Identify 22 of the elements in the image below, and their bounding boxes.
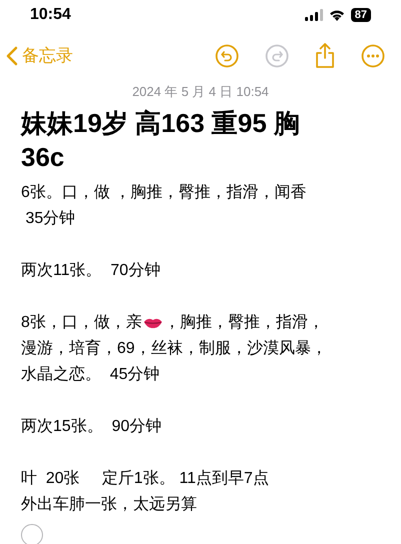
battery-level: 87 bbox=[350, 8, 371, 22]
note-text: 6张。口，做 ，胸推，臀推，指滑，闻香 bbox=[21, 182, 306, 202]
signal-icon bbox=[304, 9, 323, 21]
status-time: 10:54 bbox=[30, 5, 71, 25]
wifi-icon bbox=[328, 9, 345, 21]
chevron-left-icon bbox=[6, 46, 18, 66]
note-text: ，胸推，臀推，指滑， bbox=[164, 312, 324, 332]
note-date: 2024 年 5 月 4 日 10:54 bbox=[132, 83, 269, 101]
back-button[interactable]: 备忘录 bbox=[6, 43, 73, 69]
more-icon[interactable] bbox=[361, 44, 385, 68]
note-text: 漫游，培育，69，丝袜，制服，沙漠风暴， bbox=[21, 338, 327, 358]
note-text: 两次15张。 90分钟 bbox=[21, 416, 162, 436]
note-text: 水晶之恋。 45分钟 bbox=[21, 364, 160, 384]
note-title: 妹妹19岁 高163 重95 胸36c bbox=[21, 106, 301, 174]
note-text: 35分钟 bbox=[24, 208, 76, 228]
undo-icon[interactable] bbox=[215, 44, 239, 68]
note-text: 叶 20张 定斤1张。 11点到早7点 bbox=[21, 468, 269, 488]
share-icon[interactable] bbox=[315, 43, 335, 69]
note-text: 8张，口，做，亲 bbox=[21, 312, 142, 332]
lips-icon bbox=[142, 316, 163, 328]
note-text: 外出车肺一张，太远另算 bbox=[21, 494, 197, 514]
note-text: 两次11张。 70分钟 bbox=[21, 260, 160, 280]
